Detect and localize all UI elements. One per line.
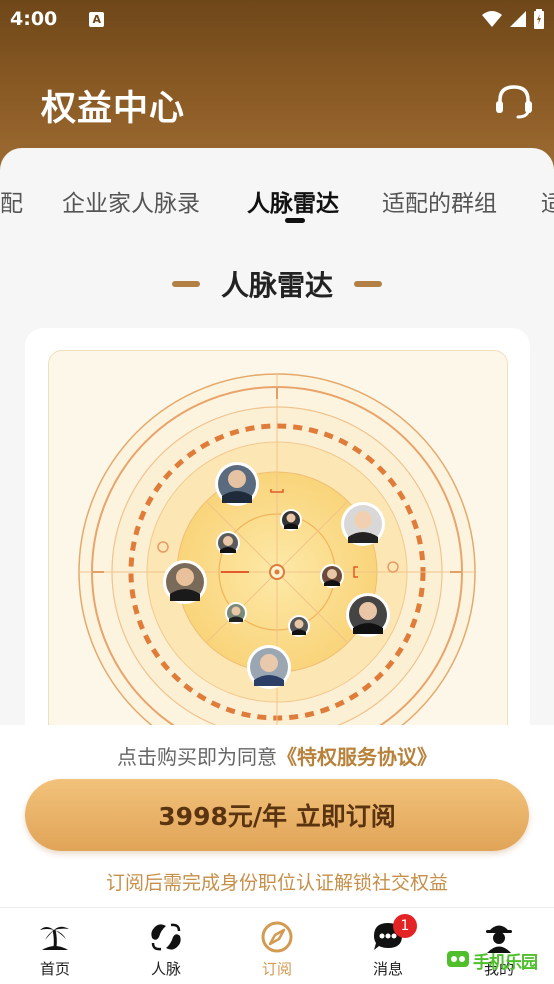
nav-home[interactable]: 首页: [0, 908, 110, 984]
wifi-icon: [482, 11, 502, 27]
avatar-7: [280, 509, 302, 531]
nav-subscribe[interactable]: 订阅: [222, 908, 332, 984]
avatar-5: [247, 645, 291, 689]
watermark: 手机乐园: [446, 945, 542, 975]
notification-icon: A: [89, 11, 105, 27]
nav-contacts-label: 人脉: [150, 960, 181, 978]
tab-bar: 配 企业家人脉录 人脉雷达 适配的群组 适: [0, 178, 554, 228]
island-icon: [40, 926, 69, 950]
signal-icon: [510, 11, 526, 27]
avatar-3: [341, 502, 385, 546]
avatar-6: [216, 531, 240, 555]
headset-icon[interactable]: [494, 84, 534, 120]
tab-matched-groups[interactable]: 适配的群组: [382, 184, 497, 218]
nav-messages-label: 消息: [372, 960, 403, 978]
message-badge: 1: [393, 914, 417, 938]
compass-icon: [261, 921, 293, 953]
tab-entrepreneur-directory[interactable]: 企业家人脉录: [62, 184, 200, 218]
status-icons: [482, 9, 544, 29]
avatar-9: [225, 602, 247, 624]
radar-illustration: [78, 373, 476, 748]
service-agreement-link[interactable]: 《特权服务协议》: [277, 745, 437, 769]
nav-home-label: 首页: [39, 960, 70, 978]
tab-partial-right[interactable]: 适: [541, 184, 554, 218]
avatar-8: [320, 564, 344, 588]
status-time: 4:00: [10, 8, 58, 30]
agreement-prefix: 点击购买即为同意: [117, 745, 277, 769]
avatar-4: [346, 593, 390, 637]
nav-contacts[interactable]: 人脉: [111, 908, 221, 984]
tab-partial-left[interactable]: 配: [0, 184, 23, 218]
watermark-text: 手机乐园: [473, 952, 538, 973]
battery-icon: [534, 9, 544, 29]
avatar-2: [163, 560, 207, 604]
radar-panel: [48, 350, 508, 748]
title-dash-right: [354, 281, 382, 287]
avatar-10: [288, 615, 310, 637]
purchase-panel: 点击购买即为同意《特权服务协议》 3998元/年 立即订阅 订阅后需完成身份职位…: [0, 725, 554, 907]
watermark-logo-icon: [447, 951, 469, 967]
verification-hint: 订阅后需完成身份职位认证解锁社交权益: [105, 872, 448, 894]
nav-messages[interactable]: 1 消息: [333, 908, 443, 984]
subscribe-button[interactable]: 3998元/年 立即订阅: [25, 779, 529, 851]
section-title: 人脉雷达: [220, 269, 333, 302]
status-bar: 4:00 A: [0, 0, 554, 38]
page-title: 权益中心: [41, 89, 186, 129]
nav-subscribe-label: 订阅: [261, 960, 292, 978]
tab-contact-radar[interactable]: 人脉雷达: [247, 184, 339, 218]
connection-icon: [151, 923, 181, 951]
avatar-1: [215, 462, 259, 506]
agreement-text: 点击购买即为同意《特权服务协议》: [0, 741, 554, 770]
tab-indicator: [285, 218, 305, 223]
radar-card: [25, 328, 530, 748]
